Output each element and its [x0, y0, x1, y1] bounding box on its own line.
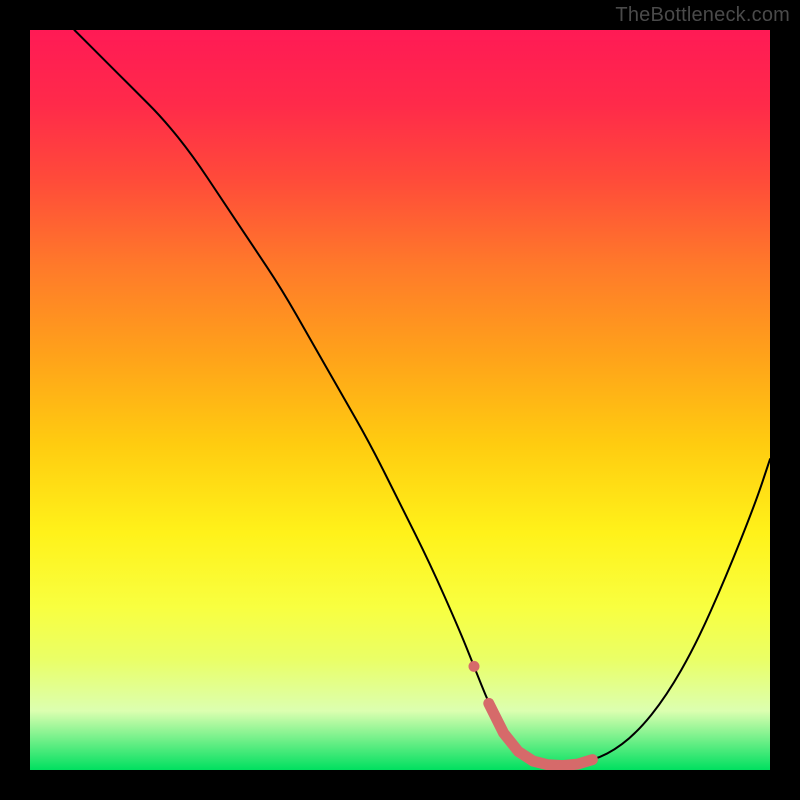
highlight-segment: [489, 703, 593, 765]
watermark-text: TheBottleneck.com: [615, 4, 790, 27]
plot-area: [30, 30, 770, 770]
highlight-dot: [469, 661, 480, 672]
bottleneck-curve: [74, 30, 770, 765]
chart-svg: [30, 30, 770, 770]
chart-stage: TheBottleneck.com: [0, 0, 800, 800]
highlight-group: [469, 661, 593, 766]
